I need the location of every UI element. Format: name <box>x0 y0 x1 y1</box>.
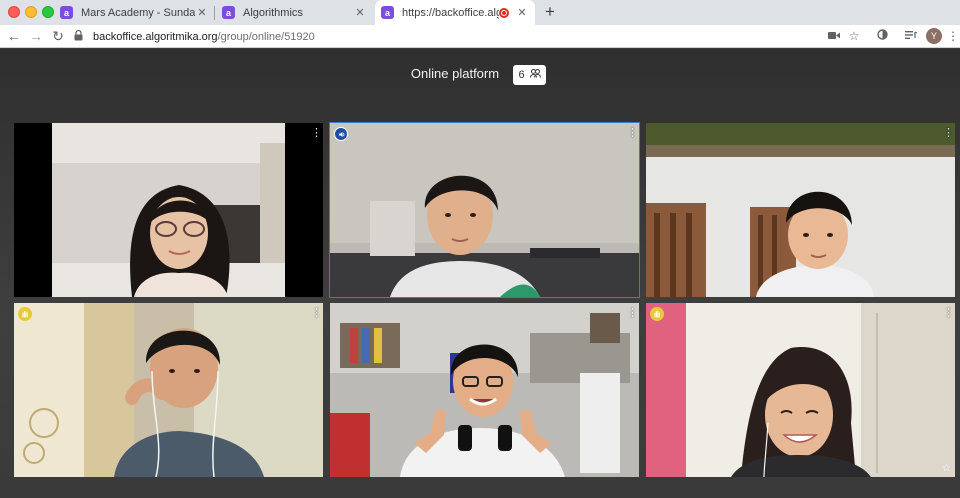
more-vertical-icon[interactable]: ⋮ <box>311 306 322 319</box>
more-vertical-icon[interactable]: ⋮ <box>627 306 638 319</box>
url-path: /group/online/51920 <box>217 30 315 43</box>
tab-divider <box>214 6 215 20</box>
participant-video-feed <box>14 123 323 297</box>
new-tab-button[interactable]: + <box>541 2 559 22</box>
more-vertical-icon[interactable]: ⋮ <box>943 126 954 139</box>
tab-title: Algorithmics <box>243 6 303 19</box>
bookmark-star-icon[interactable]: ☆ <box>846 28 862 45</box>
tab-close-icon[interactable]: ✕ <box>195 6 209 19</box>
url-host: backoffice.algoritmika.org <box>93 30 218 43</box>
page-title: Online platform <box>410 66 500 81</box>
video-grid: ⋮ ⋮ ⋮ ⋮ ⋮ ⋮ ☆ <box>14 122 955 477</box>
participant-video-tile[interactable]: ⋮ ☆ <box>646 303 955 477</box>
browser-tab-algorithmics[interactable]: a Algorithmics ✕ <box>216 0 373 25</box>
speaking-mic-icon <box>334 127 348 141</box>
more-vertical-icon[interactable]: ⋮ <box>943 306 954 319</box>
participant-video-feed <box>330 303 639 477</box>
window-maximize-button[interactable] <box>42 6 54 18</box>
tab-close-icon[interactable]: ✕ <box>515 6 529 19</box>
address-bar[interactable]: backoffice.algoritmika.org/group/online/… <box>74 27 794 46</box>
participant-video-feed <box>330 123 639 297</box>
window-minimize-button[interactable] <box>25 6 37 18</box>
raised-hand-icon <box>18 307 32 321</box>
extension-icon[interactable] <box>874 28 890 45</box>
tab-close-icon[interactable]: ✕ <box>353 6 367 19</box>
online-platform-page: Online platform 6 ⋮ ⋮ ⋮ ⋮ ⋮ ⋮ ☆ <box>0 49 960 498</box>
people-icon <box>529 68 541 81</box>
participant-video-tile[interactable]: ⋮ <box>330 303 639 477</box>
participant-count-badge[interactable]: 6 <box>513 65 546 85</box>
profile-avatar[interactable]: Y <box>926 28 942 44</box>
more-vertical-icon[interactable]: ⋮ <box>627 126 638 139</box>
participant-video-feed <box>646 303 955 477</box>
camera-icon[interactable] <box>826 28 842 45</box>
lock-icon <box>74 29 86 44</box>
participant-video-tile[interactable]: ⋮ <box>14 123 323 297</box>
star-outline-icon[interactable]: ☆ <box>942 463 951 474</box>
media-control-icon[interactable] <box>903 28 919 45</box>
recording-indicator-icon <box>499 7 509 18</box>
algorithmics-favicon-icon: a <box>381 6 394 19</box>
back-arrow-icon[interactable]: ← <box>6 27 22 45</box>
tab-title: https://backoffice.algoritm <box>402 6 499 19</box>
more-vertical-icon[interactable]: ⋮ <box>945 28 960 45</box>
algorithmics-favicon-icon: a <box>60 6 73 19</box>
more-vertical-icon[interactable]: ⋮ <box>311 126 322 139</box>
participant-video-tile[interactable]: ⋮ <box>646 123 955 297</box>
forward-arrow-icon[interactable]: → <box>28 27 44 45</box>
browser-tab-strip: a Mars Academy - Sunday, 2pm ✕ a Algorit… <box>0 0 960 25</box>
participant-video-feed <box>14 303 323 477</box>
participant-video-tile-active-speaker[interactable]: ⋮ <box>329 122 640 298</box>
window-close-button[interactable] <box>8 6 20 18</box>
reload-icon[interactable]: ↻ <box>50 27 66 45</box>
raised-hand-icon <box>650 307 664 321</box>
tab-title: Mars Academy - Sunday, 2pm <box>81 6 195 19</box>
algorithmics-favicon-icon: a <box>222 6 235 19</box>
browser-toolbar: ← → ↻ backoffice.algoritmika.org/group/o… <box>0 25 960 48</box>
browser-tab-backoffice-active[interactable]: a https://backoffice.algoritm ✕ <box>375 0 535 25</box>
participant-video-tile[interactable]: ⋮ <box>14 303 323 477</box>
participant-count: 6 <box>518 69 525 81</box>
browser-tab-mars-academy[interactable]: a Mars Academy - Sunday, 2pm ✕ <box>54 0 215 25</box>
participant-video-feed <box>646 123 955 297</box>
